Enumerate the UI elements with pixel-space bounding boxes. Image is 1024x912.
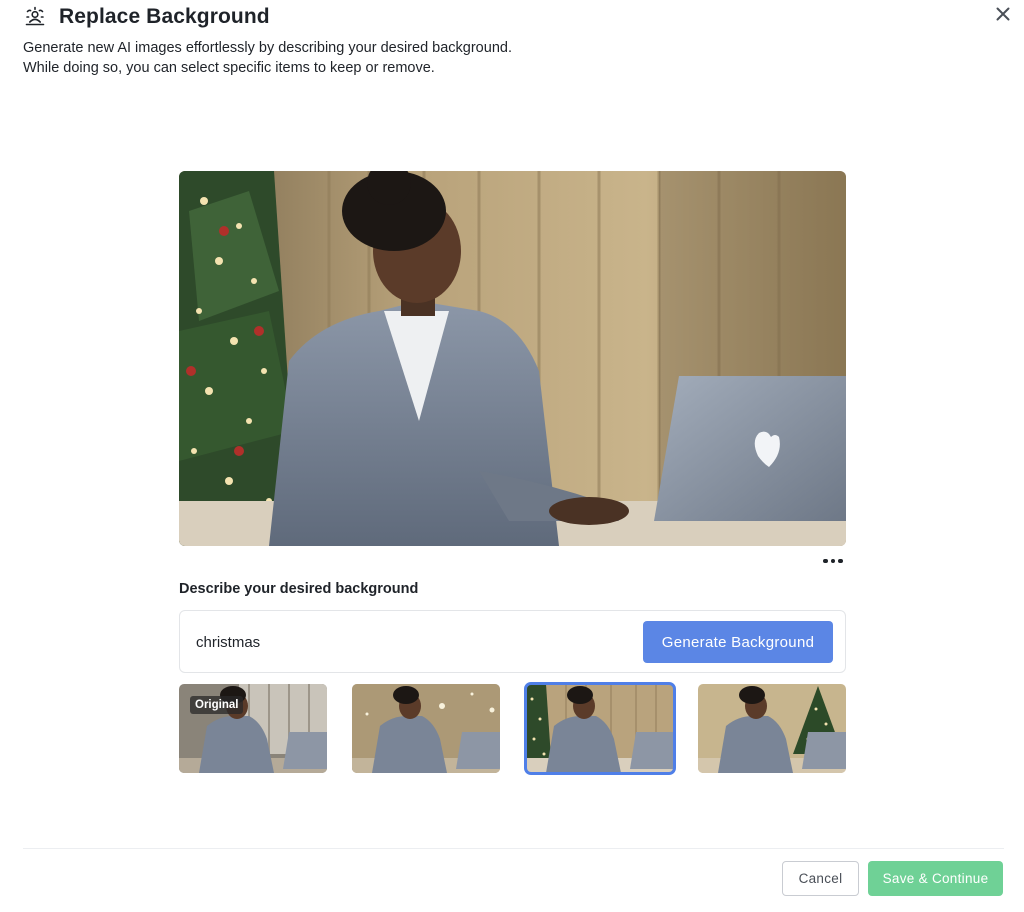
cancel-button[interactable]: Cancel bbox=[782, 861, 859, 896]
close-button[interactable] bbox=[992, 3, 1014, 25]
thumbnail-variation-2[interactable] bbox=[524, 682, 676, 775]
more-options-button[interactable] bbox=[821, 552, 845, 570]
original-badge: Original bbox=[190, 696, 244, 714]
variation-thumbnails: Original bbox=[179, 682, 846, 775]
close-icon bbox=[996, 7, 1010, 21]
replace-background-icon bbox=[23, 5, 47, 29]
generate-background-button[interactable]: Generate Background bbox=[643, 621, 833, 663]
dialog-header: Replace Background bbox=[23, 4, 270, 30]
thumbnail-variation-1[interactable] bbox=[352, 684, 500, 773]
more-dot bbox=[830, 558, 836, 564]
thumbnail-variation-3[interactable] bbox=[698, 684, 846, 773]
preview-image bbox=[179, 171, 846, 546]
more-dot bbox=[838, 558, 843, 564]
dialog-title: Replace Background bbox=[59, 5, 270, 28]
prompt-box: Generate Background bbox=[179, 610, 846, 673]
prompt-label: Describe your desired background bbox=[179, 581, 419, 597]
thumbnail-original[interactable]: Original bbox=[179, 684, 327, 773]
subtitle-line-1: Generate new AI images effortlessly by d… bbox=[23, 40, 512, 56]
more-horizontal-icon bbox=[823, 558, 828, 564]
background-description-input[interactable] bbox=[196, 630, 626, 654]
dialog-subtitle: Generate new AI images effortlessly by d… bbox=[23, 38, 512, 78]
save-continue-button[interactable]: Save & Continue bbox=[868, 861, 1003, 896]
footer-divider bbox=[23, 848, 1004, 849]
subtitle-line-2: While doing so, you can select specific … bbox=[23, 60, 435, 76]
